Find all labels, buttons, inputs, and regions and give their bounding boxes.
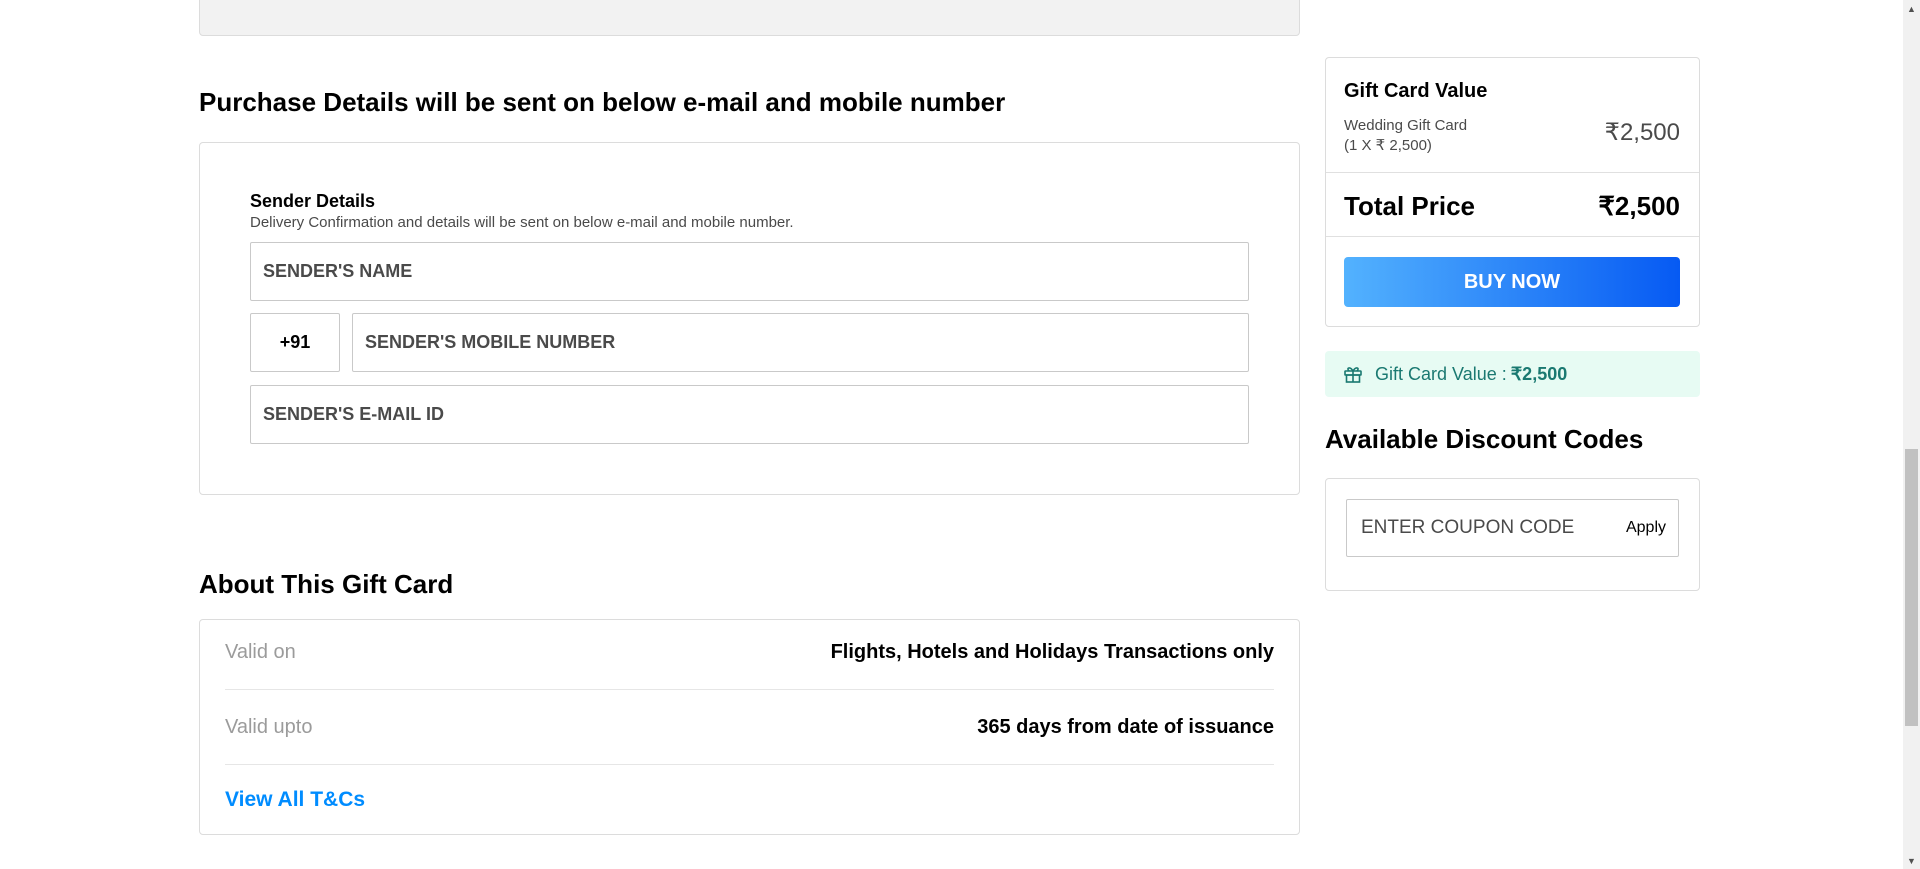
apply-coupon-button[interactable]: Apply xyxy=(1626,519,1666,537)
purchase-details-heading: Purchase Details will be sent on below e… xyxy=(199,87,1006,117)
gift-card-value-title: Gift Card Value xyxy=(1344,80,1488,102)
gift-card-item-name: Wedding Gift Card xyxy=(1344,117,1468,134)
gift-card-item-price: ₹2,500 xyxy=(1604,119,1680,146)
valid-upto-value: 365 days from date of issuance xyxy=(977,715,1274,738)
view-all-tnc-link[interactable]: View All T&Cs xyxy=(225,788,365,812)
valid-upto-label: Valid upto xyxy=(225,715,313,738)
gift-card-value-note: Gift Card Value : ₹2,500 xyxy=(1325,351,1700,397)
total-price-label: Total Price xyxy=(1344,191,1476,221)
divider xyxy=(1326,236,1699,237)
scrollbar-track[interactable] xyxy=(1903,0,1920,869)
validity-row: Valid upto 365 days from date of issuanc… xyxy=(225,690,1274,765)
validity-row: Valid on Flights, Hotels and Holidays Tr… xyxy=(225,615,1274,690)
buy-now-button[interactable]: BUY NOW xyxy=(1344,257,1680,307)
gift-card-item: Wedding Gift Card (1 X ₹ 2,500) xyxy=(1344,116,1504,156)
scrollbar-thumb[interactable] xyxy=(1905,449,1918,726)
discount-codes-heading: Available Discount Codes xyxy=(1325,424,1644,454)
total-price-value: ₹2,500 xyxy=(1598,191,1680,221)
gift-card-value-note-label: Gift Card Value : xyxy=(1375,363,1507,384)
gift-card-value-note-amount: ₹2,500 xyxy=(1510,363,1568,384)
sender-details-subtitle: Delivery Confirmation and details will b… xyxy=(250,214,794,231)
divider xyxy=(1326,172,1699,173)
sender-email-input[interactable]: SENDER'S E-MAIL ID xyxy=(250,385,1249,444)
gift-card-item-qty: (1 X ₹ 2,500) xyxy=(1344,137,1432,154)
coupon-code-input[interactable] xyxy=(1359,516,1613,540)
coupon-field: Apply xyxy=(1346,499,1679,557)
sender-name-input[interactable]: SENDER'S NAME xyxy=(250,242,1249,301)
gift-icon xyxy=(1344,367,1362,383)
valid-on-label: Valid on xyxy=(225,640,296,663)
valid-on-value: Flights, Hotels and Holidays Transaction… xyxy=(830,640,1274,663)
sender-details-title: Sender Details xyxy=(250,191,376,211)
country-code-select[interactable]: +91 xyxy=(250,313,340,372)
scroll-down-arrow-icon[interactable]: ▼ xyxy=(1903,852,1920,869)
previous-section-box xyxy=(199,0,1300,36)
about-gift-card-heading: About This Gift Card xyxy=(199,569,454,599)
sender-mobile-input[interactable]: SENDER'S MOBILE NUMBER xyxy=(352,313,1249,372)
scroll-up-arrow-icon[interactable]: ▲ xyxy=(1903,0,1920,17)
